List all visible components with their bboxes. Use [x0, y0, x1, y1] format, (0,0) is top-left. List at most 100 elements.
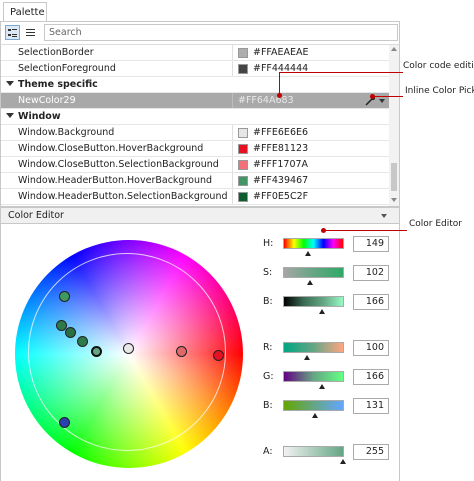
- search-input[interactable]: [44, 24, 398, 41]
- dropdown-arrow-icon[interactable]: [379, 99, 385, 103]
- brightness-slider-thumb[interactable]: [319, 309, 325, 314]
- color-swatch[interactable]: [238, 48, 248, 58]
- g-label: G:: [263, 371, 274, 382]
- row-name: SelectionForeground: [18, 61, 233, 76]
- hue-input[interactable]: 149: [353, 236, 389, 252]
- list-row[interactable]: Window.HeaderButton.HoverBackground #FF4…: [1, 173, 389, 189]
- callout-dot-icon: [370, 94, 375, 99]
- row-name: Window.HeaderButton.SelectionBackground: [18, 189, 233, 204]
- callout-dot-icon: [321, 228, 326, 233]
- green-slider[interactable]: [283, 371, 344, 382]
- s-label: S:: [263, 267, 273, 278]
- selected-row[interactable]: NewColor29 #FF64A683: [1, 93, 389, 109]
- alpha-label: A:: [263, 446, 273, 457]
- saturation-slider[interactable]: [283, 267, 344, 278]
- green-input[interactable]: 166: [353, 369, 389, 385]
- vertical-scrollbar[interactable]: [389, 45, 399, 206]
- scroll-down-icon[interactable]: [391, 198, 397, 202]
- list-row[interactable]: Window.Background #FFE6E6E6: [1, 125, 389, 141]
- saturation-input[interactable]: 102: [353, 265, 389, 281]
- callout-color-code-editing: Color code editing: [403, 61, 474, 71]
- group-window[interactable]: Window: [1, 109, 389, 125]
- list-row[interactable]: Window.HeaderButton.SelectionBackground …: [1, 189, 389, 205]
- hue-slider[interactable]: [283, 238, 344, 249]
- list-row[interactable]: SelectionBorder #FFAEAEAE: [1, 45, 389, 61]
- row-value[interactable]: #FFE81123: [253, 141, 308, 156]
- row-name: Window.HeaderButton.HoverBackground: [18, 173, 233, 188]
- alphabetical-view-button[interactable]: [23, 25, 38, 40]
- group-label: Theme specific: [18, 79, 98, 90]
- r-label: R:: [263, 342, 273, 353]
- alpha-slider-thumb[interactable]: [340, 459, 346, 464]
- brightness-label: B:: [263, 296, 273, 307]
- color-swatch[interactable]: [238, 160, 248, 170]
- alpha-input[interactable]: 255: [353, 444, 389, 460]
- row-value[interactable]: #FF0E5C2F: [253, 189, 308, 204]
- wheel-marker[interactable]: [65, 327, 76, 338]
- callout-inline-color-picker: Inline Color Picker: [405, 86, 474, 96]
- wheel-marker[interactable]: [77, 336, 88, 347]
- wheel-marker[interactable]: [123, 343, 134, 354]
- wheel-marker-selected[interactable]: [91, 346, 102, 357]
- wheel-marker[interactable]: [59, 417, 70, 428]
- blue-input[interactable]: 131: [353, 398, 389, 414]
- list-row[interactable]: Window.CloseButton.HoverBackground #FFE8…: [1, 141, 389, 157]
- list-row[interactable]: Window.CloseButton.SelectionBackground #…: [1, 157, 389, 173]
- row-value[interactable]: #FF439467: [253, 173, 308, 188]
- brightness-input[interactable]: 166: [353, 294, 389, 310]
- row-name: Window.Background: [18, 125, 233, 140]
- callout-color-editor: Color Editor: [409, 219, 462, 229]
- red-input[interactable]: 100: [353, 340, 389, 356]
- tab-bar: Palette: [0, 0, 474, 22]
- row-value[interactable]: #FFE6E6E6: [253, 125, 308, 140]
- color-swatch[interactable]: [238, 128, 248, 138]
- group-theme-specific[interactable]: Theme specific: [1, 77, 389, 93]
- color-editor-header[interactable]: Color Editor: [0, 207, 400, 224]
- wheel-marker[interactable]: [176, 346, 187, 357]
- categorized-view-button[interactable]: [5, 25, 20, 40]
- h-label: H:: [263, 238, 274, 249]
- row-value[interactable]: #FFAEAEAE: [253, 45, 309, 60]
- callout-line: [323, 230, 407, 231]
- saturation-slider-thumb[interactable]: [307, 280, 313, 285]
- color-editor-title: Color Editor: [8, 210, 64, 221]
- scroll-up-icon[interactable]: [391, 47, 397, 51]
- color-swatch[interactable]: [238, 192, 248, 202]
- tab-palette[interactable]: Palette: [3, 2, 47, 21]
- red-slider-thumb[interactable]: [304, 355, 310, 360]
- blue-label: B:: [263, 400, 273, 411]
- expander-arrow-icon[interactable]: [381, 214, 387, 218]
- hue-slider-thumb[interactable]: [305, 251, 311, 256]
- list-row[interactable]: SelectionForeground #FF444444: [1, 61, 389, 77]
- color-swatch[interactable]: [238, 176, 248, 186]
- color-wheel[interactable]: [15, 240, 243, 468]
- row-name: Window.CloseButton.SelectionBackground: [18, 157, 233, 172]
- scroll-thumb[interactable]: [391, 163, 397, 191]
- row-value[interactable]: #FFF1707A: [253, 157, 308, 172]
- blue-slider[interactable]: [283, 400, 344, 411]
- alpha-slider[interactable]: [283, 446, 344, 457]
- callout-dot-icon: [277, 93, 282, 98]
- row-name: NewColor29: [18, 93, 233, 108]
- color-code-editor[interactable]: #FF64A683: [238, 93, 294, 108]
- wheel-marker[interactable]: [213, 350, 224, 361]
- tab-label: Palette: [10, 7, 45, 18]
- palette-list: SelectionBorder #FFAEAEAE SelectionForeg…: [0, 44, 400, 207]
- collapse-arrow-icon[interactable]: [6, 81, 14, 86]
- row-name: Window.CloseButton.HoverBackground: [18, 141, 233, 156]
- blue-slider-thumb[interactable]: [312, 413, 318, 418]
- group-label: Window: [18, 111, 61, 122]
- toolbar: [0, 22, 400, 44]
- categorized-list-icon: [8, 29, 17, 37]
- brightness-slider[interactable]: [283, 296, 344, 307]
- list-icon: [26, 29, 35, 36]
- green-slider-thumb[interactable]: [319, 384, 325, 389]
- row-value[interactable]: #FF444444: [253, 61, 308, 76]
- color-editor: H: 149 S: 102 B: 166 R: 100 G: 166 B: 13…: [0, 224, 400, 481]
- color-swatch[interactable]: [238, 144, 248, 154]
- collapse-arrow-icon[interactable]: [6, 113, 14, 118]
- red-slider[interactable]: [283, 342, 344, 353]
- row-name: SelectionBorder: [18, 45, 233, 60]
- wheel-marker[interactable]: [59, 291, 70, 302]
- color-swatch[interactable]: [238, 64, 248, 74]
